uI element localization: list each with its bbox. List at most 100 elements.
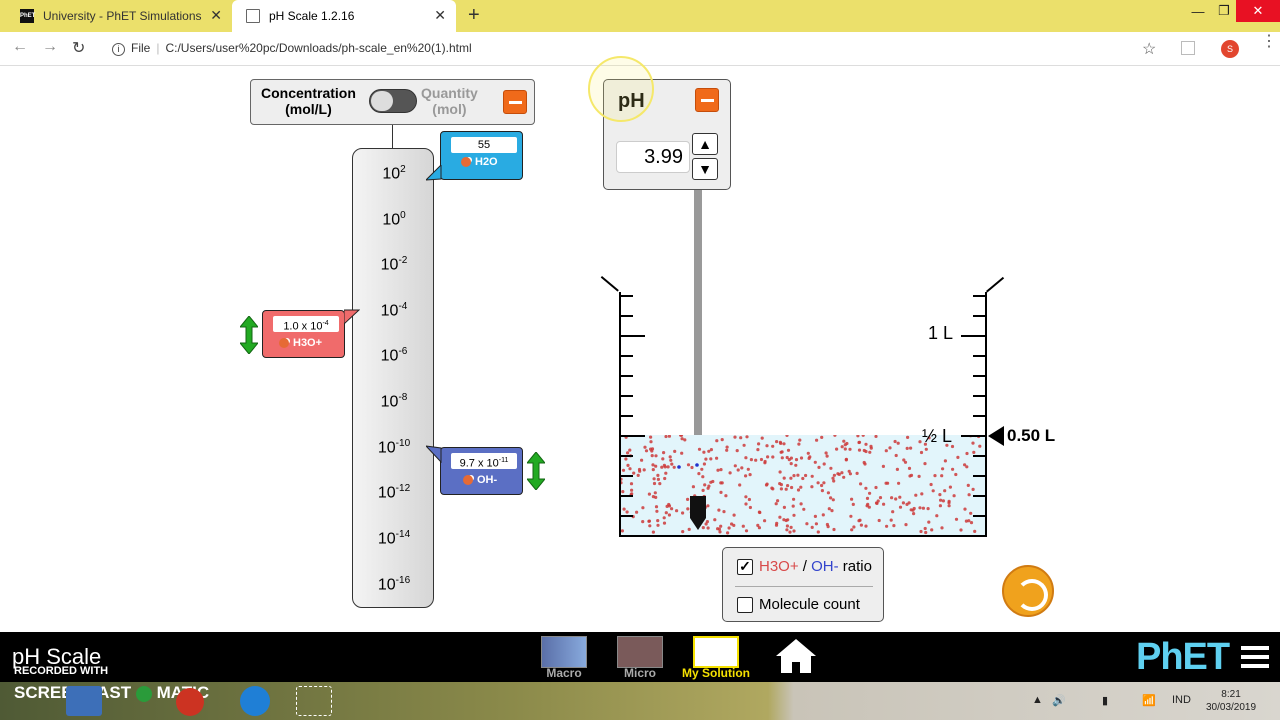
h3o-particle bbox=[844, 458, 848, 462]
oh-drag-arrow-icon[interactable] bbox=[525, 451, 547, 491]
h3o-particle bbox=[780, 456, 784, 460]
micro-screen-label[interactable]: Micro bbox=[605, 666, 675, 680]
h3o-particle bbox=[719, 490, 723, 494]
macro-screen-label[interactable]: Macro bbox=[529, 666, 599, 680]
tray-network-icon[interactable]: 📶 bbox=[1142, 694, 1156, 707]
h3o-particle bbox=[893, 439, 897, 444]
h3o-particle bbox=[680, 437, 684, 441]
my-solution-screen-icon[interactable] bbox=[693, 636, 739, 668]
reload-icon[interactable]: ↻ bbox=[72, 38, 85, 58]
h3o-particle bbox=[666, 465, 670, 469]
concentration-label[interactable]: Concentration (mol/L) bbox=[261, 85, 356, 117]
tray-language[interactable]: IND bbox=[1172, 694, 1191, 706]
menu-kebab-icon[interactable]: ⋮ bbox=[1261, 34, 1277, 50]
h3o-particle bbox=[905, 446, 909, 450]
h3o-particle bbox=[804, 473, 808, 478]
collapse-ph-button[interactable] bbox=[695, 88, 719, 112]
micro-screen-icon[interactable] bbox=[617, 636, 663, 668]
ratio-label[interactable]: H3O+ / OH- ratio bbox=[759, 558, 872, 575]
h3o-particle bbox=[924, 447, 928, 451]
h3o-indicator[interactable]: 1.0 x 10-4 H3O+ bbox=[262, 310, 345, 358]
taskbar-explorer-icon[interactable] bbox=[66, 686, 102, 716]
h3o-particle bbox=[792, 529, 796, 533]
h3o-particle bbox=[681, 511, 685, 515]
h3o-particle bbox=[642, 468, 646, 472]
extension-icon[interactable] bbox=[1181, 41, 1195, 55]
ratio-checkbox[interactable]: ✓ bbox=[737, 559, 753, 575]
units-toggle-switch[interactable] bbox=[369, 89, 417, 113]
back-icon[interactable]: ← bbox=[12, 38, 28, 56]
close-tab-icon[interactable]: ✕ bbox=[210, 7, 222, 24]
info-icon[interactable]: i bbox=[112, 43, 125, 56]
forward-icon[interactable]: → bbox=[42, 38, 58, 56]
h3o-particle bbox=[621, 529, 624, 533]
home-icon[interactable] bbox=[775, 638, 817, 674]
h3o-particle bbox=[670, 462, 674, 466]
minimize-icon[interactable]: — bbox=[1184, 0, 1212, 22]
ph-decrement-button[interactable]: ▼ bbox=[692, 158, 718, 180]
beaker-1l-label: 1 L bbox=[928, 323, 954, 343]
h3o-drag-arrow-icon[interactable] bbox=[238, 315, 260, 355]
h3o-particle bbox=[857, 440, 862, 444]
tray-battery-icon[interactable]: ▮ bbox=[1102, 694, 1108, 707]
phet-logo[interactable]: PhET bbox=[1136, 636, 1230, 679]
close-tab-icon[interactable]: ✕ bbox=[434, 7, 446, 24]
ph-probe-tip[interactable] bbox=[690, 496, 706, 518]
phet-menu-icon[interactable] bbox=[1241, 646, 1269, 670]
h3o-particle bbox=[630, 488, 634, 492]
h3o-particle bbox=[856, 435, 860, 438]
h3o-particle bbox=[943, 459, 947, 463]
h3o-particle bbox=[820, 483, 824, 488]
h3o-particle bbox=[662, 463, 666, 467]
page-scrollbar[interactable] bbox=[1270, 66, 1280, 632]
h3o-particle bbox=[890, 496, 894, 500]
browser-tab-phet[interactable]: PhET University - PhET Simulations ✕ bbox=[6, 0, 232, 32]
quantity-label[interactable]: Quantity (mol) bbox=[421, 85, 478, 117]
h2o-value: 55 bbox=[451, 137, 517, 153]
h3o-particle bbox=[782, 505, 786, 509]
collapse-graph-button[interactable] bbox=[503, 90, 527, 114]
h3o-particle bbox=[859, 482, 863, 486]
macro-screen-icon[interactable] bbox=[541, 636, 587, 668]
h3o-particle bbox=[702, 462, 706, 466]
h3o-particle bbox=[621, 490, 625, 494]
bookmark-star-icon[interactable]: ☆ bbox=[1142, 39, 1156, 59]
molecule-count-label[interactable]: Molecule count bbox=[759, 596, 860, 613]
h3o-particle bbox=[822, 481, 826, 485]
molecule-count-checkbox[interactable] bbox=[737, 597, 753, 613]
h3o-particle bbox=[778, 515, 782, 519]
h3o-particle bbox=[673, 449, 677, 453]
tray-up-arrow-icon[interactable]: ▲ bbox=[1032, 694, 1043, 706]
h3o-particle bbox=[648, 524, 652, 528]
h3o-particle bbox=[745, 435, 749, 439]
scale-tick-label: 10-12 bbox=[377, 483, 411, 502]
tray-speaker-icon[interactable]: 🔊 bbox=[1052, 694, 1066, 707]
h3o-particle bbox=[647, 492, 651, 496]
taskbar-chrome-icon[interactable] bbox=[176, 688, 204, 716]
my-solution-screen-label[interactable]: My Solution bbox=[681, 666, 751, 680]
beaker-tick bbox=[973, 295, 985, 297]
h3o-particle bbox=[912, 512, 916, 516]
restore-icon[interactable]: ❐ bbox=[1212, 0, 1236, 22]
browser-tab-ph-scale[interactable]: pH Scale 1.2.16 ✕ bbox=[232, 0, 456, 32]
profile-avatar[interactable]: S bbox=[1221, 40, 1239, 58]
taskbar-clock[interactable]: 8:21 30/03/2019 bbox=[1206, 688, 1256, 714]
h3o-particle bbox=[655, 509, 659, 513]
address-bar[interactable]: i File | C:/Users/user%20pc/Downloads/ph-sc… bbox=[112, 41, 472, 56]
screencast-logo-icon bbox=[135, 685, 152, 702]
h3o-particle bbox=[717, 527, 721, 531]
h3o-particle bbox=[969, 521, 974, 525]
h3o-particle bbox=[848, 472, 852, 476]
h3o-particle bbox=[933, 474, 937, 478]
taskbar-ie-icon[interactable] bbox=[240, 686, 270, 716]
new-tab-icon[interactable]: + bbox=[468, 4, 480, 27]
taskbar-snipping-icon[interactable] bbox=[296, 686, 332, 716]
window-close-icon[interactable]: ✕ bbox=[1236, 0, 1280, 22]
toggle-knob[interactable] bbox=[371, 91, 393, 111]
oh-indicator[interactable]: 9.7 x 10-11 OH- bbox=[440, 447, 523, 495]
h3o-particle bbox=[778, 470, 782, 474]
ph-increment-button[interactable]: ▲ bbox=[692, 133, 718, 155]
hydronium-molecule-icon bbox=[279, 338, 289, 349]
h3o-particle bbox=[898, 505, 903, 509]
reset-all-button[interactable] bbox=[1002, 565, 1054, 617]
